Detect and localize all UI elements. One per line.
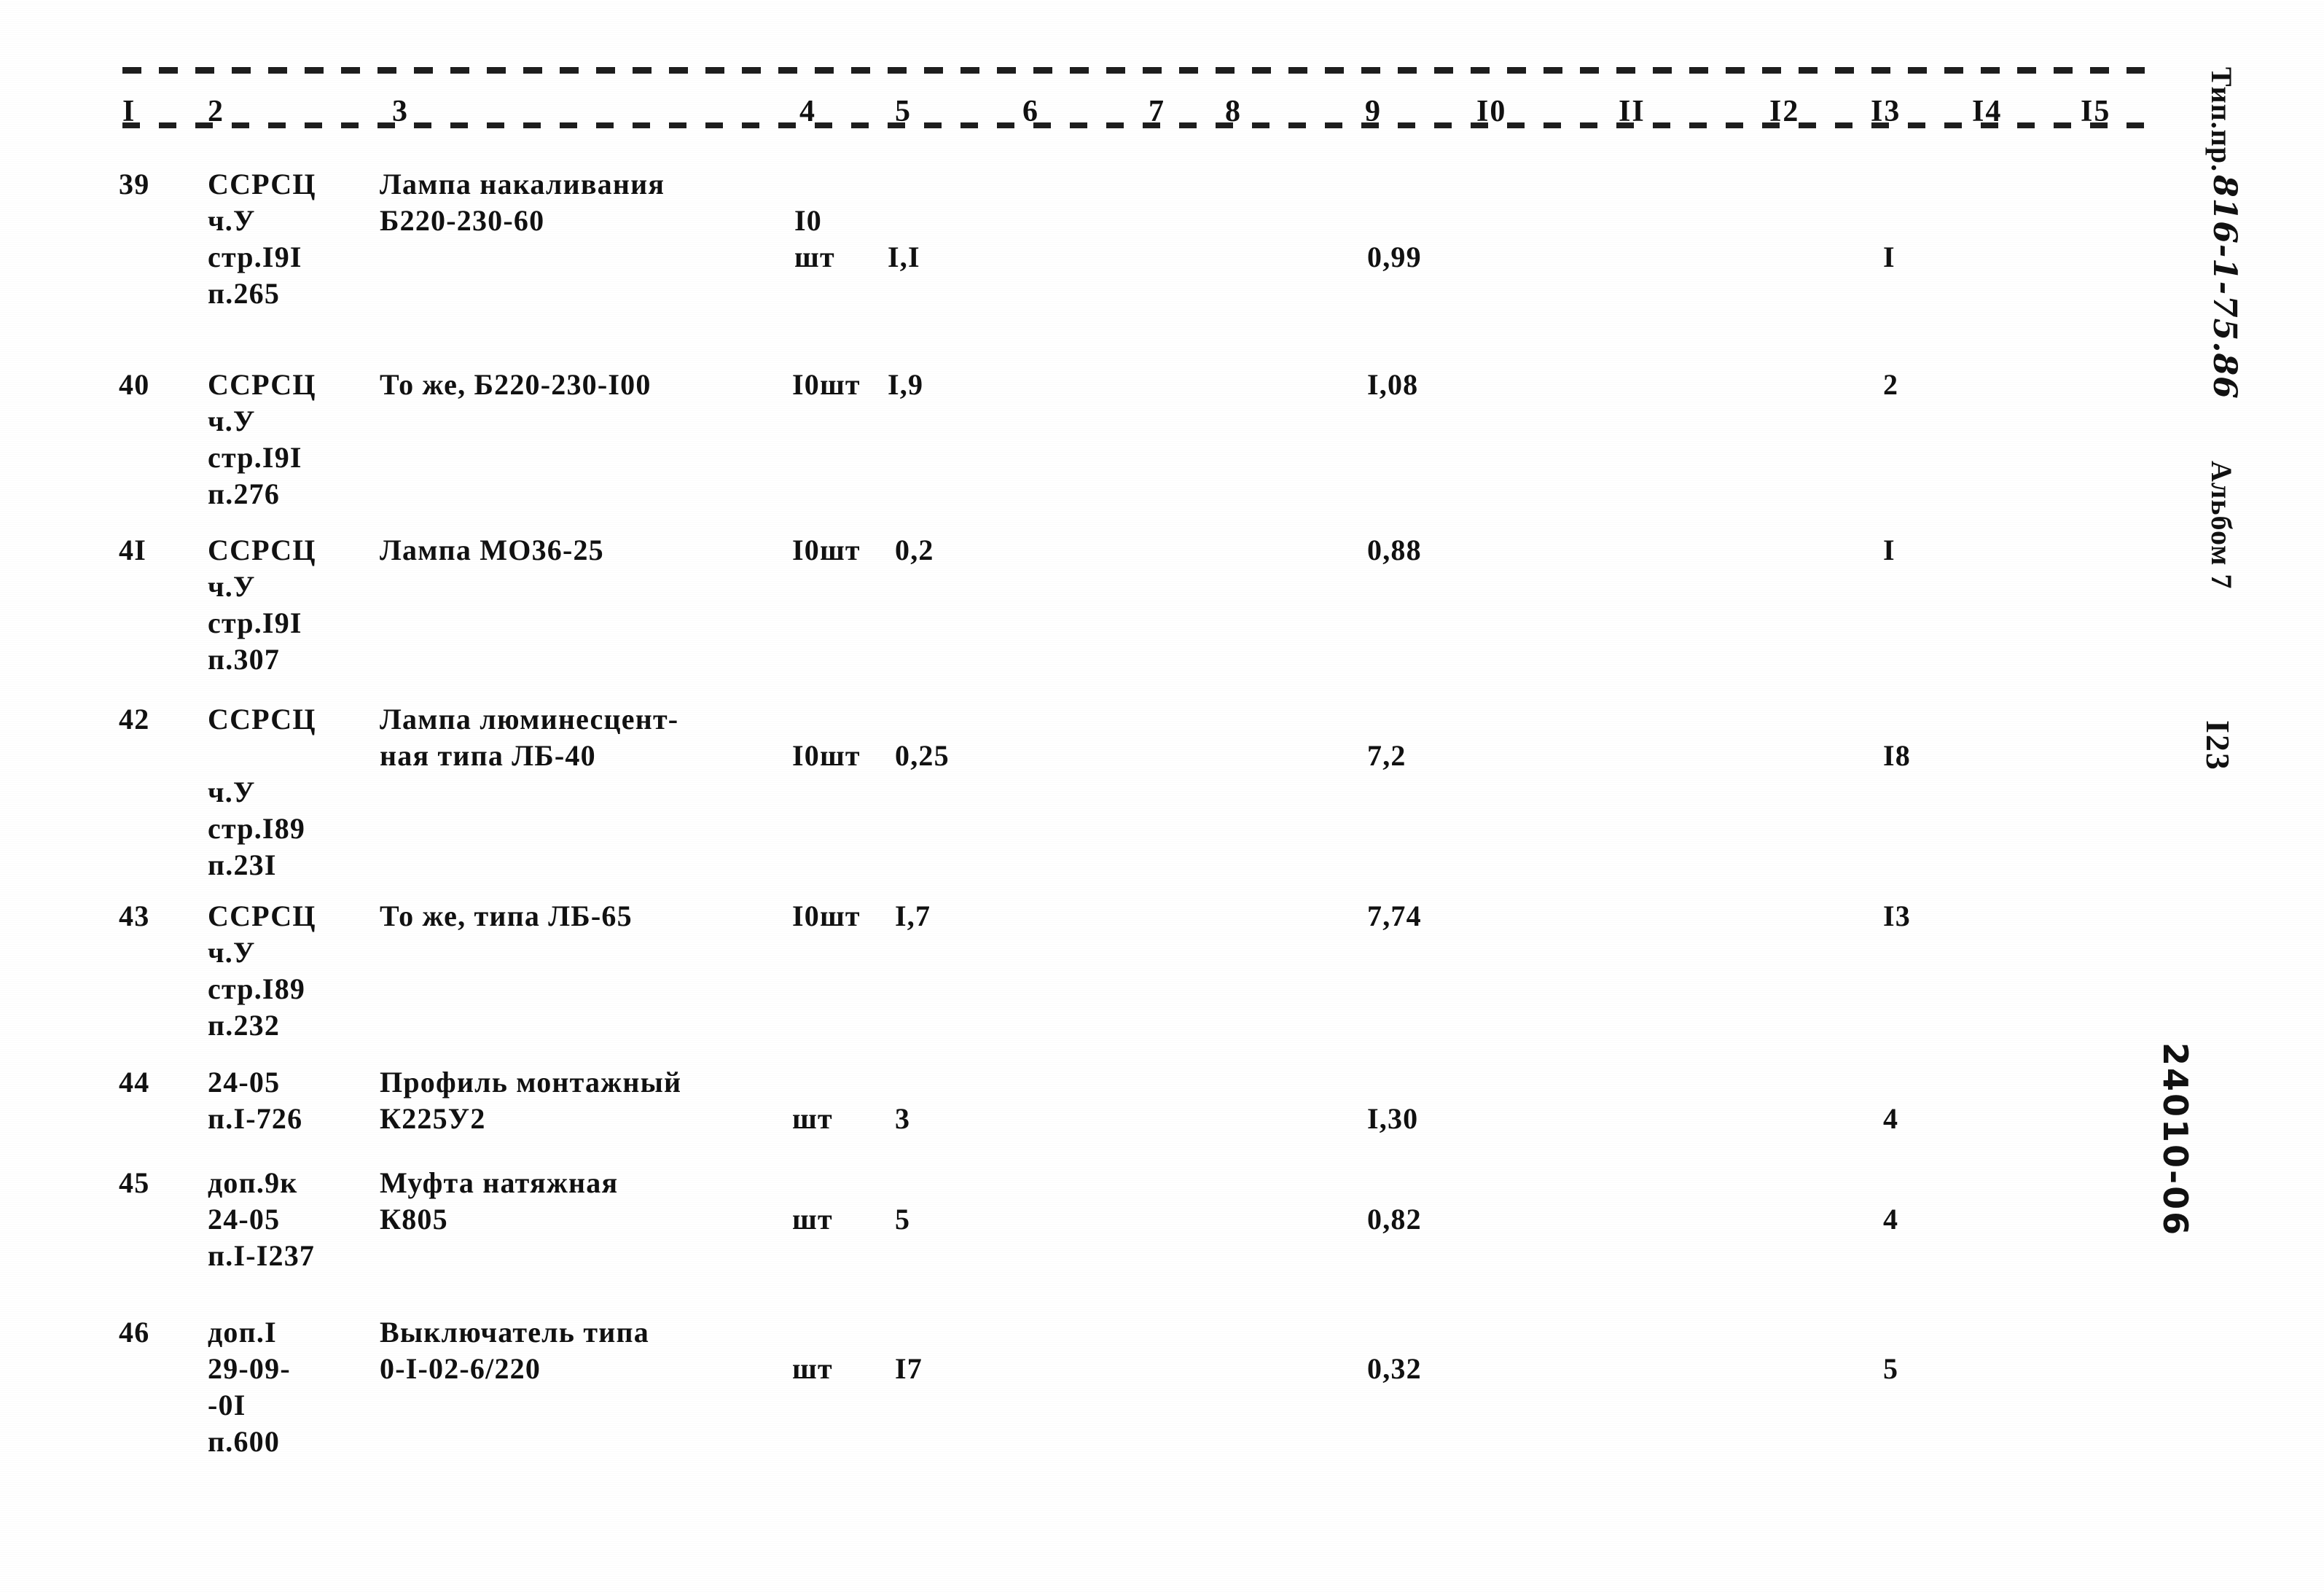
table-row-number: 40 <box>119 368 150 401</box>
table-row-number: 42 <box>119 703 150 735</box>
table-row-quantity: 3 <box>895 1102 911 1135</box>
table-row-reference: ССРСЦ ч.У стр.I9I п.276 <box>208 368 316 510</box>
table-row-col13: 2 <box>1883 368 1899 401</box>
table-row-number: 39 <box>119 168 150 200</box>
table-row-col13: I <box>1883 241 1895 273</box>
table-row-col9: 7,74 <box>1367 900 1422 932</box>
table-row-col13: I8 <box>1883 739 1911 772</box>
table-row-number: 45 <box>119 1166 150 1199</box>
table-row-col13: 5 <box>1883 1352 1899 1385</box>
table-row-reference: ССРСЦ ч.У стр.I9I п.265 <box>208 168 316 310</box>
table-row-name: Профиль монтажный К225У2 <box>380 1066 682 1135</box>
table-row-col9: 0,99 <box>1367 241 1422 273</box>
table-row-unit: I0шт <box>792 900 861 932</box>
table-row-name: Лампа люминесцент- ная типа ЛБ-40 <box>380 703 679 772</box>
table-row-name: Муфта натяжная К805 <box>380 1166 619 1236</box>
page-number: I23 <box>2199 720 2237 771</box>
table-row-unit: шт <box>792 1352 833 1385</box>
table-row-unit: I0шт <box>792 368 861 401</box>
table-row-unit: шт <box>792 1102 833 1135</box>
table-row-quantity: I,7 <box>895 900 931 932</box>
table-row-quantity: 0,25 <box>895 739 950 772</box>
table-row-reference: ССРСЦ ч.У стр.I9I п.307 <box>208 534 316 676</box>
table-row-col13: 4 <box>1883 1203 1899 1236</box>
table-row-name: Лампа МО36-25 <box>380 534 604 566</box>
table-row-name: Выключатель типа 0-I-02-6/220 <box>380 1316 649 1385</box>
margin-stamp-typed-prefix: Тип.пр. <box>2205 67 2238 173</box>
scanned-page: I 2 3 4 5 6 7 8 9 I0 II I2 I3 I4 I5 39 С… <box>0 0 2324 1592</box>
table-row-col9: 0,88 <box>1367 534 1422 566</box>
table-row-reference: доп.I 29-09- -0I п.600 <box>208 1316 291 1458</box>
table-row-unit: I0шт <box>792 739 861 772</box>
table-row-col13: 4 <box>1883 1102 1899 1135</box>
table-row-quantity: I,I <box>888 241 920 273</box>
table-row-quantity: 5 <box>895 1203 911 1236</box>
table-row-col9: 0,82 <box>1367 1203 1422 1236</box>
table-row-col9: 7,2 <box>1367 739 1406 772</box>
table-row-col9: 0,32 <box>1367 1352 1422 1385</box>
table-row-number: 44 <box>119 1066 150 1099</box>
table-header-bottom-dashed-rule <box>122 122 2145 128</box>
table-row-unit: шт <box>792 1203 833 1236</box>
table-top-dashed-rule <box>122 67 2145 74</box>
table-row-number: 43 <box>119 900 150 932</box>
table-row-unit: I0 шт <box>794 204 835 273</box>
table-row-number: 4I <box>119 534 146 566</box>
margin-stamp-drawing-code: 24010-06 <box>2156 1042 2195 1238</box>
table-row-reference: ССРСЦ ч.У стр.I89 п.23I <box>208 703 316 881</box>
table-row-reference: 24-05 п.I-726 <box>208 1066 303 1135</box>
table-row-col9: I,08 <box>1367 368 1419 401</box>
margin-stamp-handwritten-project-code: 816-1-75.86 <box>2206 175 2243 399</box>
scan-grain-overlay <box>0 0 2324 1592</box>
table-row-number: 46 <box>119 1316 150 1349</box>
table-row-col13: I <box>1883 534 1895 566</box>
table-row-reference: ССРСЦ ч.У стр.I89 п.232 <box>208 900 316 1042</box>
table-row-name: То же, типа ЛБ-65 <box>380 900 633 932</box>
table-row-col13: I3 <box>1883 900 1911 932</box>
table-row-reference: доп.9к 24-05 п.I-I237 <box>208 1166 316 1272</box>
table-row-col9: I,30 <box>1367 1102 1419 1135</box>
margin-stamp-album: Альбом 7 <box>2205 461 2238 590</box>
table-row-quantity: I,9 <box>888 368 924 401</box>
table-row-quantity: I7 <box>895 1352 923 1385</box>
table-row-quantity: 0,2 <box>895 534 934 566</box>
table-row-unit: I0шт <box>792 534 861 566</box>
table-row-name: То же, Б220-230-I00 <box>380 368 652 401</box>
table-row-name: Лампа накаливания Б220-230-60 <box>380 168 665 237</box>
